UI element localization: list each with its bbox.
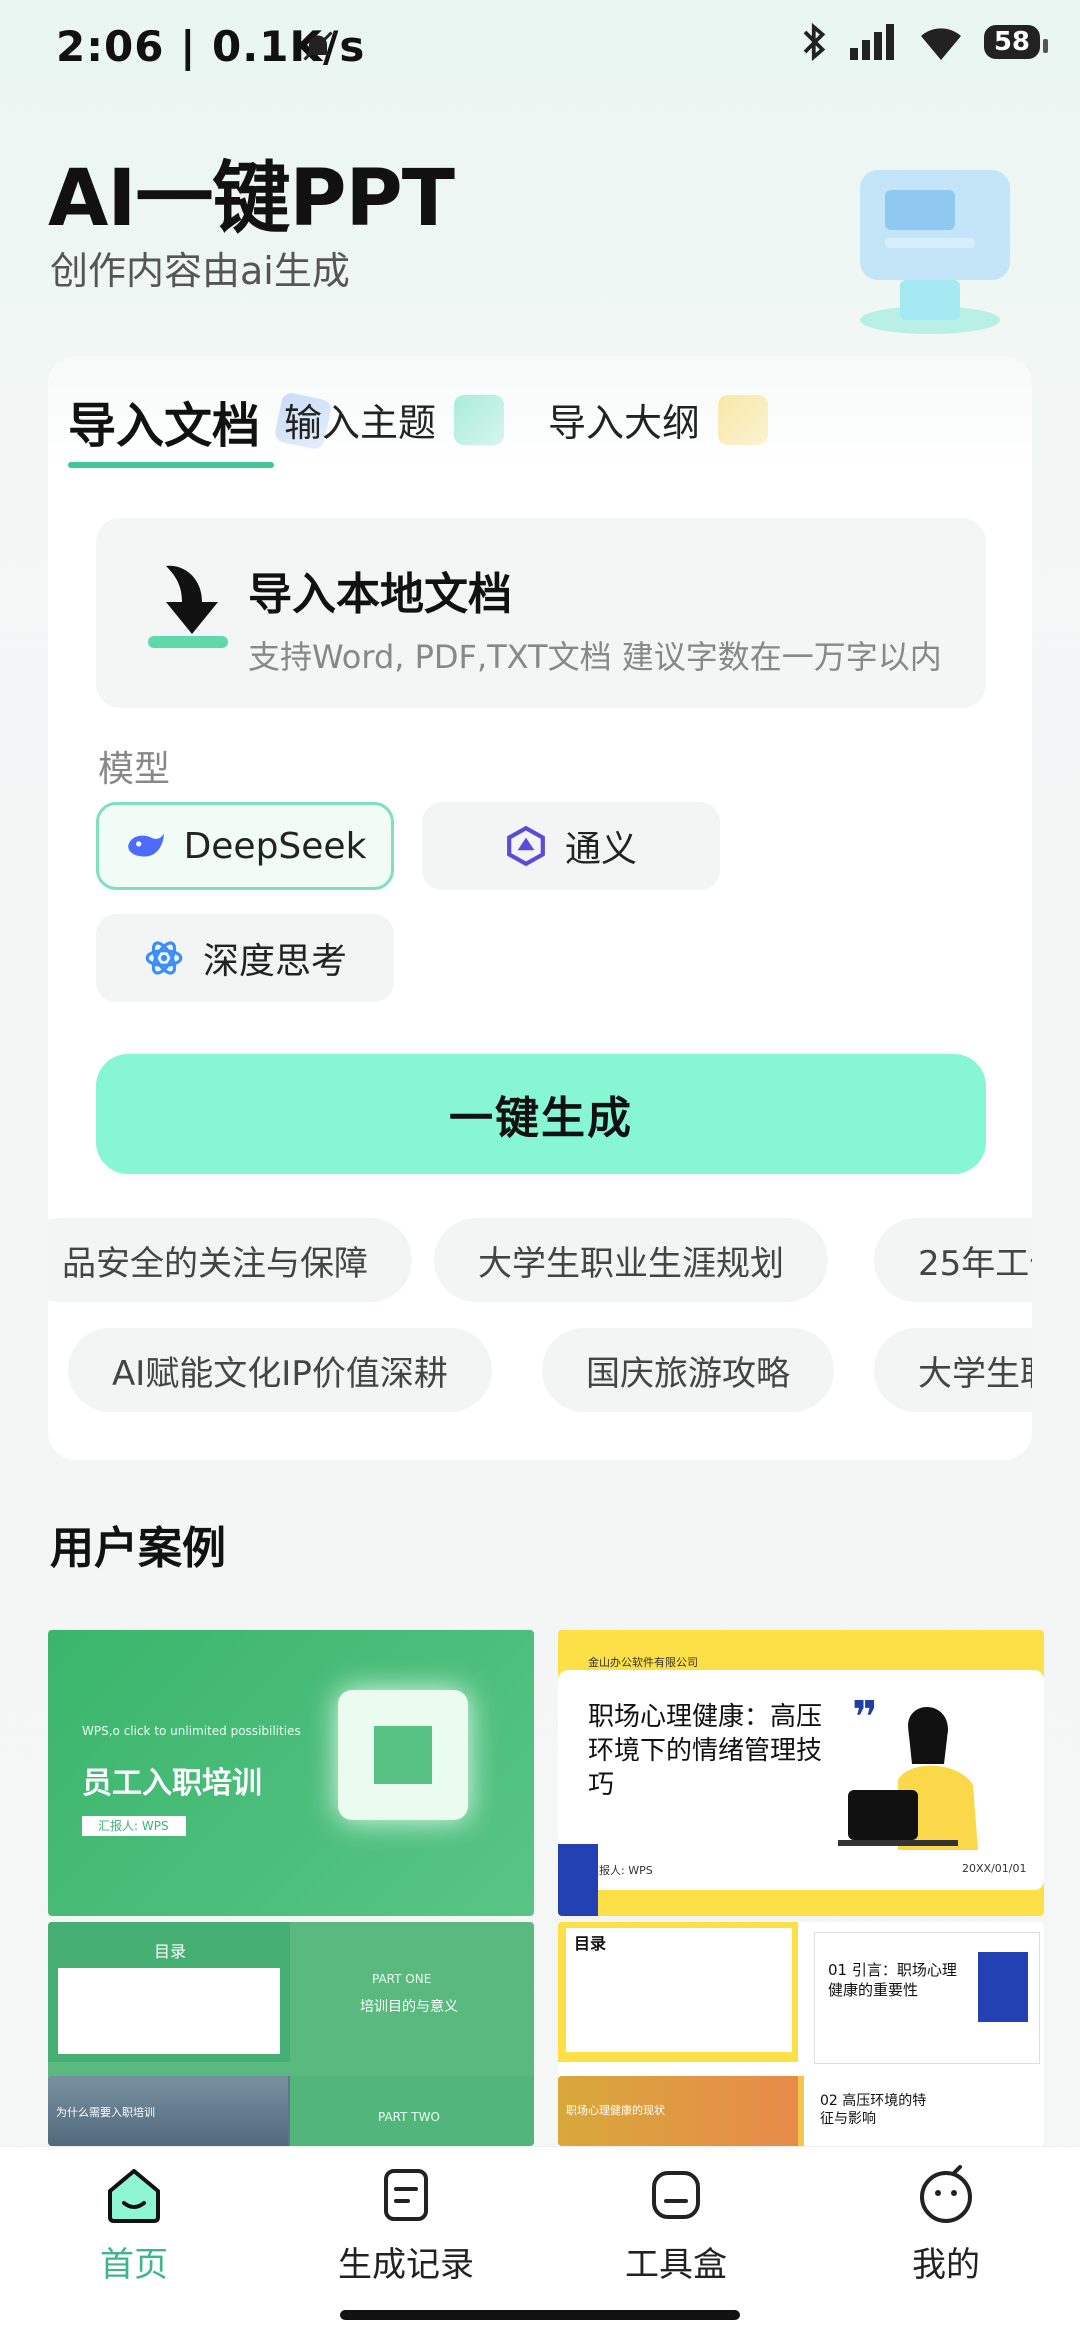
nav-history[interactable]: 生成记录: [306, 2163, 506, 2286]
tab-input-topic[interactable]: 输入主题: [284, 392, 505, 447]
home-icon: [108, 2169, 160, 2223]
case-toc-label: 目录: [574, 1934, 607, 1953]
case-caption: 职场心理健康的现状: [566, 2104, 665, 2117]
case-part-label: PART ONE: [372, 1972, 432, 1986]
nav-profile[interactable]: 我的: [846, 2163, 1046, 2286]
bluetooth-icon: [803, 22, 826, 62]
case-card-onboarding[interactable]: WPS,o click to unlimited possibilities 员…: [48, 1630, 534, 1916]
suggestion-chip[interactable]: 大学生职业生涯规划: [434, 1218, 828, 1302]
model-option-deepseek[interactable]: DeepSeek: [96, 802, 394, 890]
case-part-title: 培训目的与意义: [360, 1999, 458, 2015]
source-tabs: 导入文档 输入主题 导入大纲: [48, 356, 1032, 468]
status-bar: 2:06 | 0.1K/s 58: [0, 0, 1080, 96]
model-option-label: DeepSeek: [183, 825, 367, 867]
import-hint: 支持Word, PDF,TXT文档 建议字数在一万字以内: [248, 638, 942, 676]
import-title: 导入本地文档: [248, 569, 512, 620]
suggestion-chip[interactable]: 25年工作: [874, 1218, 1032, 1302]
page-subtitle: 创作内容由ai生成: [50, 249, 350, 293]
model-option-tongyi[interactable]: 通义: [422, 802, 720, 890]
case-item: 02 高压环境的特征与影响: [820, 2093, 927, 2127]
active-tab-indicator: [68, 462, 274, 468]
suggestion-chip[interactable]: 国庆旅游攻略: [542, 1328, 834, 1412]
muted-bell-icon: [303, 31, 333, 61]
case-card-onboarding-office[interactable]: 为什么需要入职培训 PART TWO: [48, 2076, 534, 2146]
nav-label: 工具盒: [625, 2245, 727, 2285]
case-part-label: PART TWO: [378, 2110, 440, 2124]
model-option-label: 通义: [564, 829, 637, 870]
model-label: 模型: [98, 749, 171, 790]
case-card-mental-health[interactable]: 金山办公软件有限公司 职场心理健康：高压环境下的情绪管理技巧 ❞ 汇报人: WP…: [558, 1630, 1044, 1916]
profile-icon: [920, 2165, 972, 2223]
outline-icon: [718, 394, 769, 445]
cases-section-title: 用户案例: [50, 1523, 226, 1574]
case-title: 员工入职培训: [82, 1766, 262, 1801]
case-date: 20XX/01/01: [962, 1862, 1027, 1875]
cube-graphic: [338, 1690, 468, 1820]
hero-illustration-icon: [860, 170, 1010, 334]
suggestion-chip[interactable]: 品安全的关注与保障: [48, 1218, 412, 1302]
signal-icon: [849, 24, 894, 60]
history-icon: [384, 2169, 428, 2221]
case-company: 金山办公软件有限公司: [588, 1656, 698, 1669]
case-item: 01 引言：职场心理健康的重要性: [828, 1961, 957, 1999]
nav-label: 首页: [100, 2245, 168, 2285]
wifi-icon: [920, 28, 961, 60]
nav-label: 我的: [912, 2245, 980, 2285]
nav-home[interactable]: 首页: [34, 2163, 234, 2286]
case-reporter: 汇报人: WPS: [82, 1816, 186, 1836]
generator-card: 导入文档 输入主题 导入大纲 导入本地文档 支持Word, PDF,TXT文档 …: [48, 356, 1032, 1460]
model-option-deep-thinking[interactable]: 深度思考: [96, 914, 394, 1002]
home-indicator[interactable]: [340, 2310, 740, 2320]
case-card-mental-health-status[interactable]: 职场心理健康的现状 02 高压环境的特征与影响: [558, 2076, 1044, 2146]
suggestion-chip[interactable]: AI赋能文化IP价值深耕: [68, 1328, 492, 1412]
nav-toolbox[interactable]: 工具盒: [576, 2163, 776, 2286]
battery-indicator: 58: [983, 25, 1049, 59]
atom-icon: [145, 941, 183, 975]
model-option-label: 深度思考: [202, 941, 347, 982]
tab-label: 导入文档: [68, 398, 261, 454]
case-tagline: WPS,o click to unlimited possibilities: [82, 1724, 301, 1738]
generate-button[interactable]: 一键生成: [96, 1054, 986, 1174]
case-toc-label: 目录: [154, 1942, 187, 1961]
woman-laptop-illustration-icon: [838, 1706, 978, 1850]
tongyi-icon: [507, 825, 545, 867]
tab-label: 导入大纲: [548, 401, 701, 445]
topic-icon: [454, 394, 505, 445]
case-title: 职场心理健康：高压环境下的情绪管理技巧: [588, 1702, 823, 1800]
import-local-document-button[interactable]: 导入本地文档 支持Word, PDF,TXT文档 建议字数在一万字以内: [96, 518, 986, 708]
suggestion-chip[interactable]: 大学生职: [874, 1328, 1032, 1412]
tab-label: 输入主题: [284, 401, 437, 445]
toolbox-icon: [652, 2171, 700, 2219]
tab-import-outline[interactable]: 导入大纲: [548, 392, 769, 447]
download-arrow-icon: [148, 565, 228, 648]
page-title: AI一键PPT: [48, 154, 455, 244]
case-caption: 为什么需要入职培训: [56, 2106, 155, 2119]
nav-label: 生成记录: [338, 2245, 474, 2285]
deepseek-whale-icon: [127, 833, 164, 857]
